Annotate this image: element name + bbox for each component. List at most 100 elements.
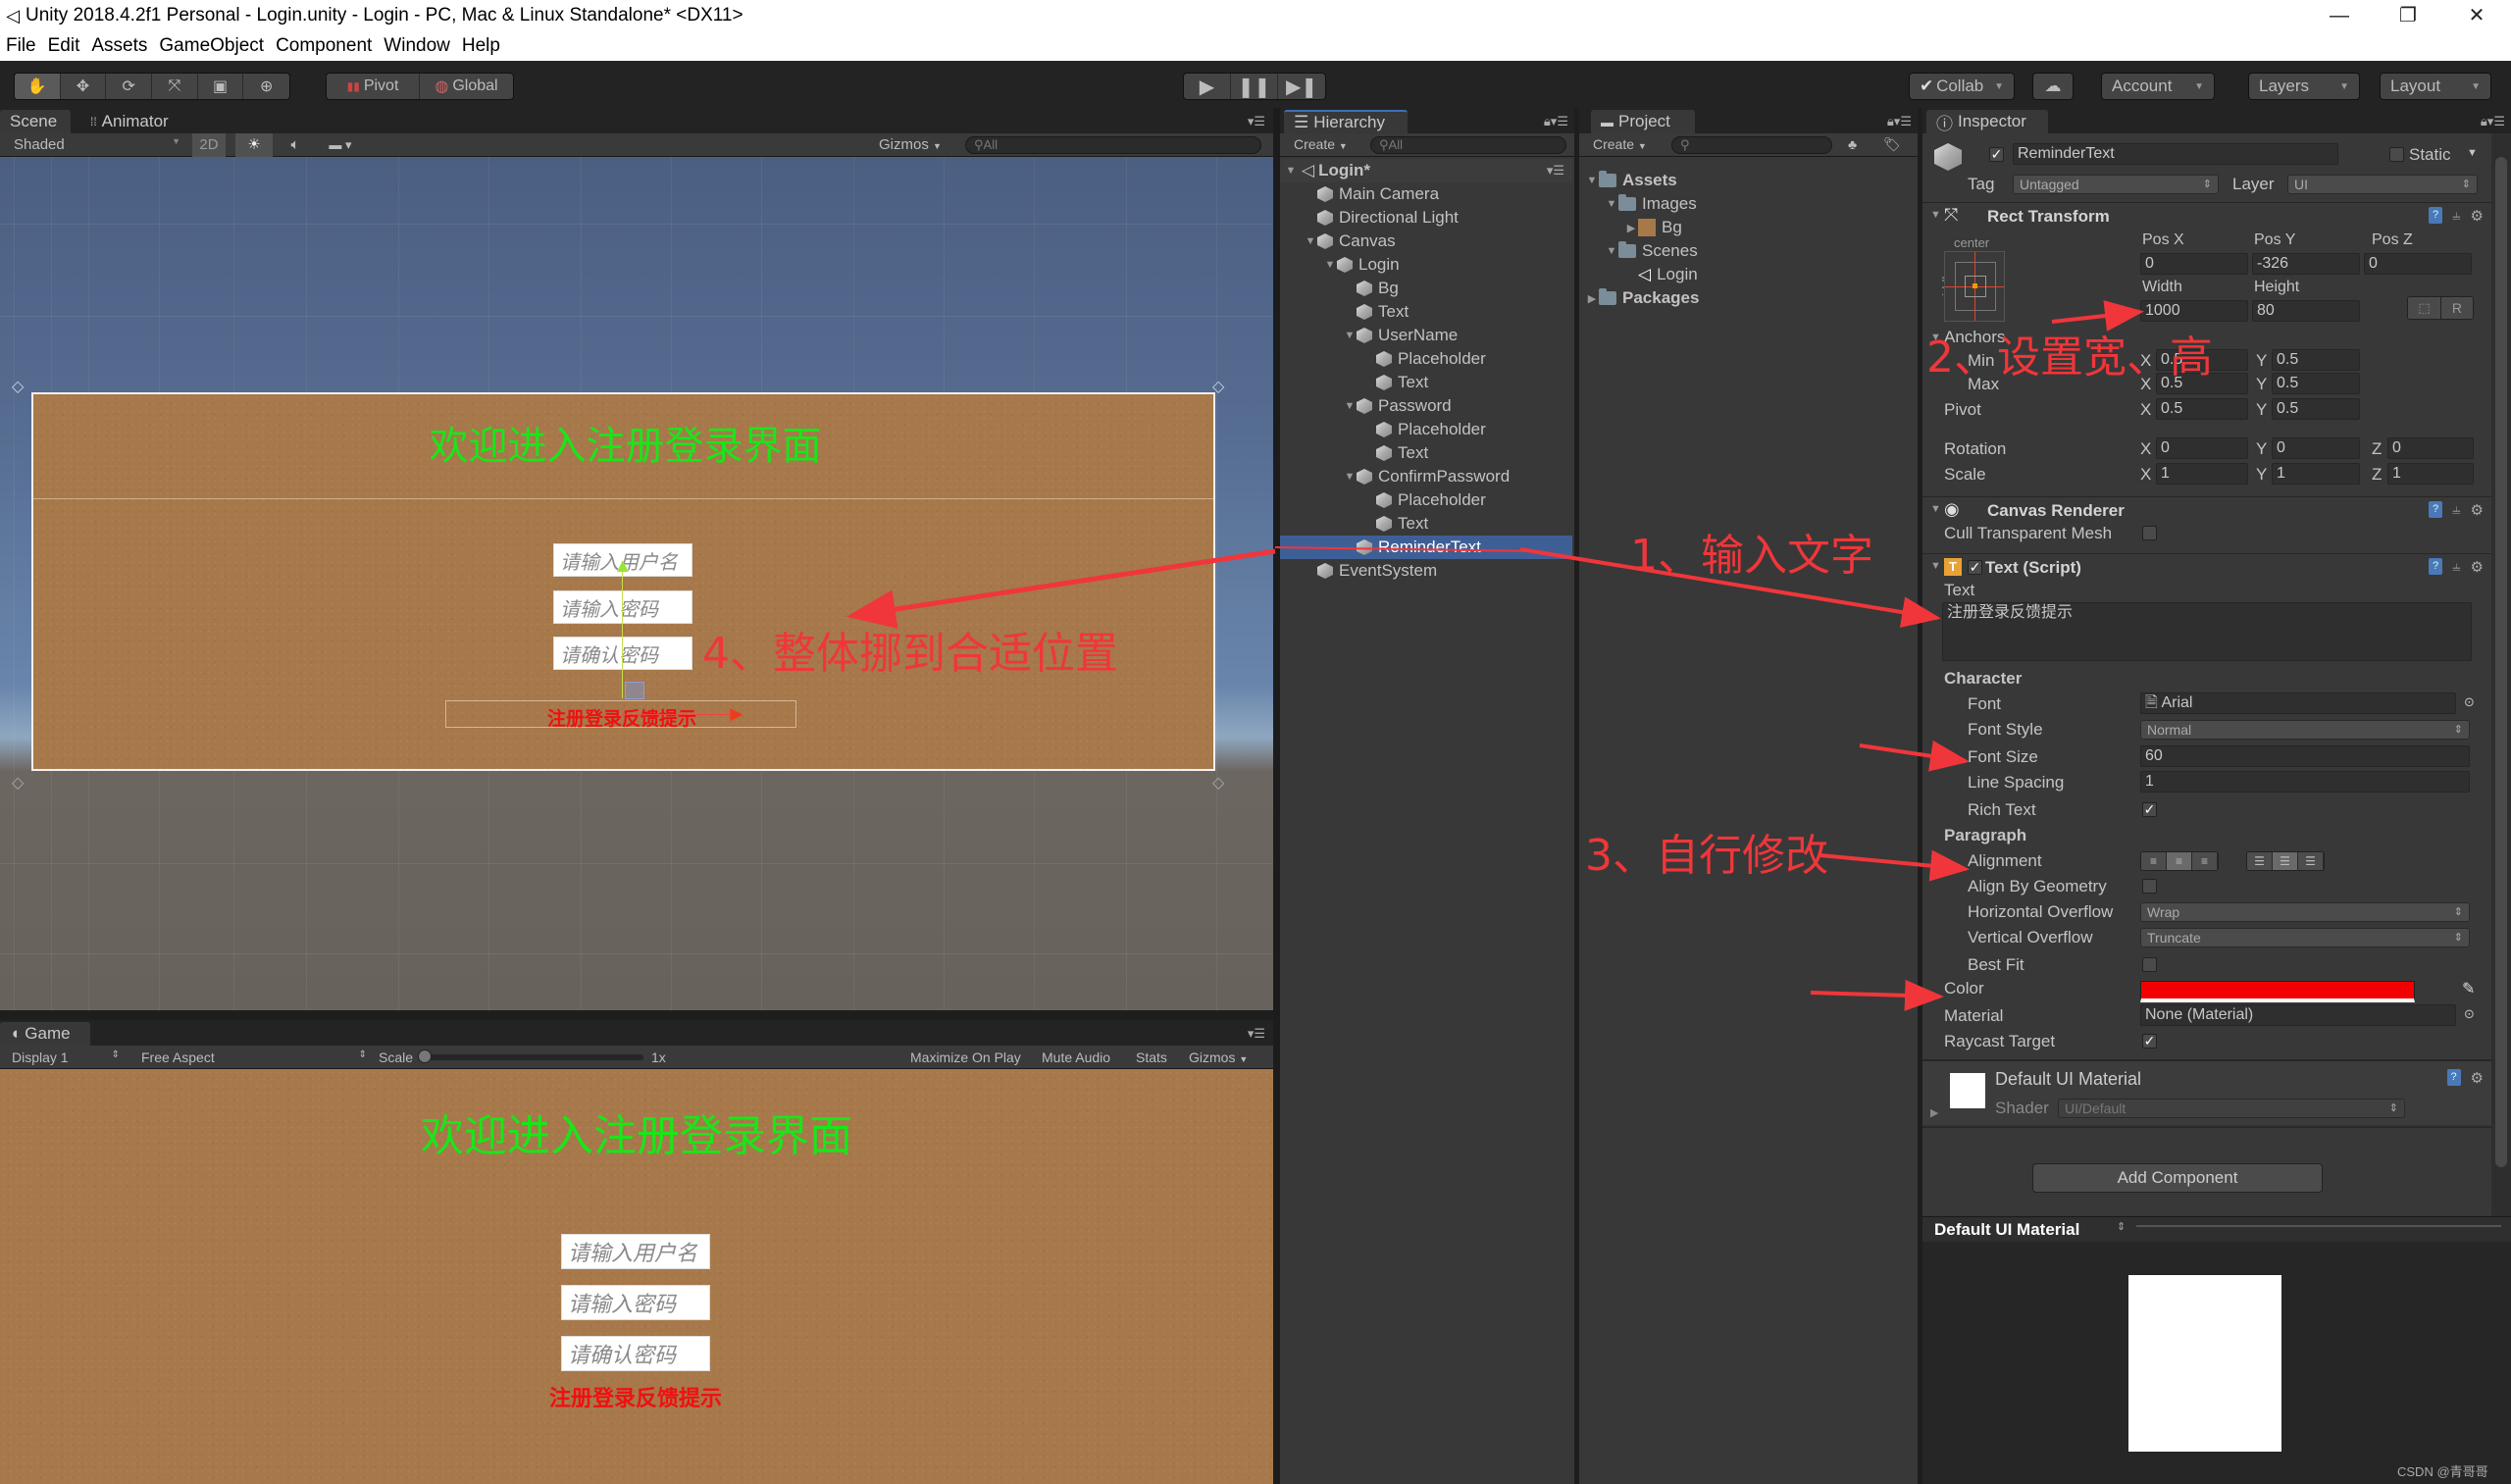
inspector-scrollbar[interactable]	[2491, 133, 2511, 1228]
account-dropdown[interactable]: Account ▼	[2101, 73, 2215, 100]
collapse-triangle-icon[interactable]: ▼	[1930, 209, 1941, 221]
align-middle-icon[interactable]: ☰	[2273, 852, 2298, 870]
rotation-x-field[interactable]: 0	[2156, 437, 2248, 459]
menu-window[interactable]: Window	[384, 35, 450, 57]
font-size-field[interactable]: 60	[2140, 745, 2470, 767]
pivot-y-field[interactable]: 0.5	[2272, 398, 2360, 420]
close-button[interactable]: ✕	[2442, 0, 2511, 31]
gizmos-dropdown[interactable]: Gizmos ▼	[879, 136, 942, 153]
pos-x-field[interactable]: 0	[2140, 253, 2248, 275]
scale-slider-thumb[interactable]	[418, 1049, 432, 1063]
static-dropdown-icon[interactable]: ▼	[2467, 147, 2478, 159]
rotation-z-field[interactable]: 0	[2387, 437, 2474, 459]
scene-login-background[interactable]: 欢迎进入注册登录界面 请输入用户名 请输入密码 请确认密码 ▲ 注册登录反馈提示…	[31, 392, 1215, 771]
play-button[interactable]: ▶	[1184, 74, 1231, 99]
rotation-y-field[interactable]: 0	[2272, 437, 2360, 459]
align-bottom-icon[interactable]: ☰	[2298, 852, 2324, 870]
scene-search-input[interactable]: ⚲All	[965, 136, 1261, 154]
pivot-x-field[interactable]: 0.5	[2156, 398, 2248, 420]
maximize-on-play-toggle[interactable]: Maximize On Play	[910, 1049, 1021, 1065]
expand-triangle-icon[interactable]: ▼	[1605, 245, 1618, 257]
horizontal-overflow-dropdown[interactable]: Wrap	[2140, 902, 2470, 922]
menu-assets[interactable]: Assets	[91, 35, 147, 57]
active-checkbox[interactable]: ✓	[1989, 147, 2004, 162]
step-button[interactable]: ▶❚	[1278, 74, 1325, 99]
expand-triangle-icon[interactable]: ▼	[1304, 235, 1317, 247]
hierarchy-item[interactable]: Placeholder	[1280, 488, 1572, 512]
panel-menu-icon[interactable]: ▾☰	[1248, 1026, 1265, 1042]
canvas-handle-icon[interactable]: ◇	[1212, 773, 1224, 793]
project-item[interactable]: ▶ Packages	[1579, 286, 1871, 310]
tab-animator[interactable]: ⁞⁞ Animator	[80, 110, 179, 133]
preset-icon[interactable]: ⫨	[2452, 558, 2460, 576]
preview-select-icon[interactable]: ⇕	[2117, 1220, 2126, 1233]
align-by-geometry-checkbox[interactable]	[2142, 879, 2157, 894]
hierarchy-item[interactable]: EventSystem	[1280, 559, 1572, 583]
hierarchy-item[interactable]: ▼ Login	[1280, 253, 1572, 277]
layer-dropdown[interactable]: UI	[2287, 175, 2478, 194]
pause-button[interactable]: ❚❚	[1231, 74, 1278, 99]
help-book-icon[interactable]: ?	[2446, 1069, 2461, 1086]
rich-text-checkbox[interactable]: ✓	[2142, 802, 2157, 817]
audio-toggle-icon[interactable]: 🔈︎	[281, 133, 310, 157]
scene-view[interactable]: ◇ ◇ ◇ ◇ 欢迎进入注册登录界面 请输入用户名 请输入密码 请确认密码 ▲ …	[0, 157, 1273, 1010]
effects-dropdown-icon[interactable]: ▬ ▾	[316, 133, 365, 157]
collapse-triangle-icon[interactable]: ▼	[1930, 503, 1941, 515]
hierarchy-item[interactable]: Placeholder	[1280, 347, 1572, 371]
hierarchy-item[interactable]: ▼ Password	[1280, 394, 1572, 418]
tag-dropdown[interactable]: Untagged	[2013, 175, 2219, 194]
canvas-renderer-header[interactable]: ▼ ◉ Canvas Renderer ? ⫨ ⚙	[1922, 496, 2491, 524]
expand-triangle-icon[interactable]: ▶	[1930, 1106, 1938, 1119]
project-item[interactable]: ◁ Login	[1579, 263, 1871, 286]
tab-inspector[interactable]: ⓘ Inspector	[1926, 110, 2048, 133]
hierarchy-item[interactable]: ▼ UserName	[1280, 324, 1572, 347]
static-checkbox[interactable]	[2389, 147, 2404, 162]
restore-button[interactable]: ❐	[2374, 0, 2442, 31]
gizmo-x-arrow-icon[interactable]: ►	[726, 701, 747, 727]
tab-game[interactable]: ◖ Game	[0, 1022, 90, 1046]
hierarchy-item[interactable]: ▼ ConfirmPassword	[1280, 465, 1572, 488]
aspect-dropdown[interactable]: Free Aspect ⇕	[141, 1049, 367, 1065]
scale-x-field[interactable]: 1	[2156, 463, 2248, 485]
gear-icon[interactable]: ⚙	[2471, 558, 2484, 576]
preset-icon[interactable]: ⫨	[2452, 207, 2460, 225]
game-confirm-password-input[interactable]: 请确认密码	[561, 1336, 710, 1371]
hierarchy-item[interactable]: Bg	[1280, 277, 1572, 300]
hierarchy-item[interactable]: Placeholder	[1280, 418, 1572, 441]
expand-triangle-icon[interactable]: ▼	[1284, 165, 1298, 177]
hierarchy-item[interactable]: Text	[1280, 512, 1572, 536]
object-name-field[interactable]: ReminderText	[2013, 143, 2338, 165]
scale-y-field[interactable]: 1	[2272, 463, 2360, 485]
project-item[interactable]: ▼ Assets	[1579, 169, 1871, 192]
hierarchy-item[interactable]: Main Camera	[1280, 182, 1572, 206]
project-create-dropdown[interactable]: Create ▼	[1593, 136, 1647, 152]
scale-tool-icon[interactable]: ⤧	[152, 74, 198, 99]
expand-triangle-icon[interactable]: ▼	[1343, 400, 1357, 412]
lock-menu-icon[interactable]: 🔒︎▾☰	[1887, 114, 1912, 129]
rect-transform-header[interactable]: ▼ ⤧ Rect Transform ? ⫨ ⚙	[1922, 202, 2491, 230]
text-value-area[interactable]: 注册登录反馈提示	[1942, 602, 2472, 661]
tab-project[interactable]: ▬ Project	[1591, 110, 1695, 133]
panel-splitter[interactable]	[1273, 108, 1280, 1484]
layers-dropdown[interactable]: Layers ▼	[2248, 73, 2360, 100]
menu-file[interactable]: File	[6, 35, 36, 57]
display-dropdown[interactable]: Display 1 ⇕	[12, 1049, 120, 1065]
width-field[interactable]: 1000	[2140, 300, 2248, 322]
menu-component[interactable]: Component	[276, 35, 372, 57]
gear-icon[interactable]: ⚙	[2471, 1069, 2484, 1087]
expand-triangle-icon[interactable]: ▶	[1585, 292, 1599, 305]
hierarchy-item[interactable]: Text	[1280, 441, 1572, 465]
lock-menu-icon[interactable]: 🔒︎▾☰	[2481, 114, 2505, 129]
hierarchy-search-input[interactable]: ⚲All	[1370, 136, 1566, 154]
align-center-icon[interactable]: ≡	[2167, 852, 2192, 870]
raycast-target-checkbox[interactable]: ✓	[2142, 1034, 2157, 1049]
hierarchy-item[interactable]: Text	[1280, 300, 1572, 324]
hierarchy-item[interactable]: ▼ Canvas	[1280, 230, 1572, 253]
vertical-overflow-dropdown[interactable]: Truncate	[2140, 928, 2470, 947]
expand-triangle-icon[interactable]: ▼	[1585, 175, 1599, 186]
expand-triangle-icon[interactable]: ▼	[1323, 259, 1337, 271]
rect-tool-icon[interactable]: ▣	[198, 74, 244, 99]
material-field[interactable]: None (Material)	[2140, 1004, 2456, 1026]
project-item[interactable]: ▶ Bg	[1579, 216, 1871, 239]
best-fit-checkbox[interactable]	[2142, 957, 2157, 972]
